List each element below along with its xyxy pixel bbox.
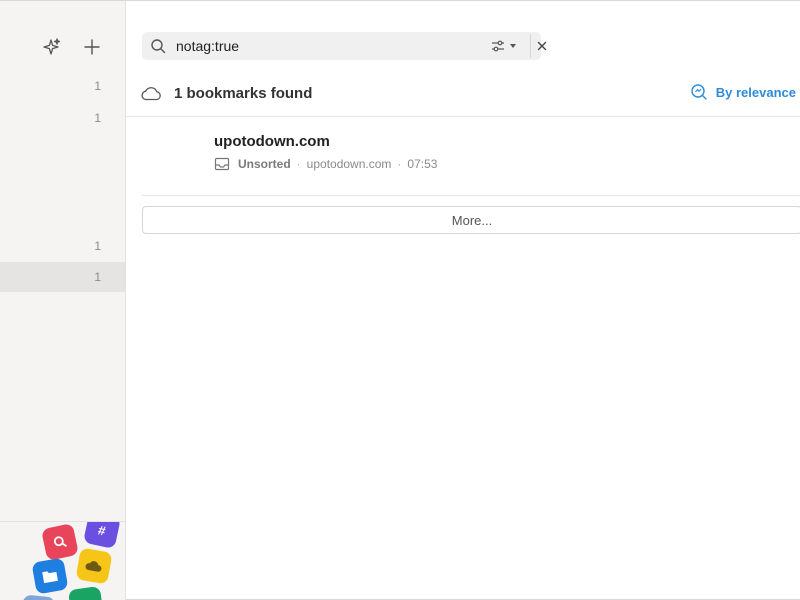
folder-app-icon[interactable] bbox=[31, 557, 69, 595]
app-window: 1 1 1 1 # notag:true 1 bookmarks found B… bbox=[0, 0, 800, 600]
bookmark-item[interactable]: upotodown.com Unsorted · upotodown.com ·… bbox=[142, 123, 800, 195]
sparkle-icon bbox=[43, 38, 61, 55]
sidebar-item-count: 1 bbox=[94, 79, 101, 93]
meta-separator: · bbox=[296, 157, 301, 171]
filter-settings-icon bbox=[492, 40, 504, 52]
bookmark-divider bbox=[142, 195, 800, 196]
sidebar-footer-apps: # bbox=[0, 521, 125, 600]
sidebar-item-selected[interactable]: 1 bbox=[0, 262, 125, 292]
sidebar-item[interactable]: 1 bbox=[0, 71, 125, 101]
main-content: 1 bookmarks found By relevance upotodown… bbox=[126, 1, 800, 600]
sidebar-item[interactable]: 1 bbox=[0, 231, 125, 261]
cloud-icon bbox=[141, 87, 161, 101]
blue-app-icon[interactable] bbox=[20, 594, 56, 600]
sidebar-item-count: 1 bbox=[94, 270, 101, 284]
bookmark-domain: upotodown.com bbox=[306, 157, 392, 171]
search-input[interactable] bbox=[176, 37, 466, 55]
plus-icon bbox=[84, 39, 100, 55]
sort-by-button[interactable]: By relevance bbox=[690, 81, 796, 103]
more-button[interactable]: More... bbox=[142, 206, 800, 234]
unsorted-inbox-icon bbox=[214, 157, 230, 171]
search-bar bbox=[142, 32, 547, 60]
search-icon bbox=[151, 39, 166, 54]
sidebar-item-count: 1 bbox=[94, 111, 101, 125]
add-collection-button[interactable] bbox=[80, 35, 104, 59]
bookmark-meta: Unsorted · upotodown.com · 07:53 bbox=[214, 157, 437, 171]
results-header: 1 bookmarks found bbox=[140, 81, 312, 105]
bookmark-title[interactable]: upotodown.com bbox=[214, 133, 330, 150]
close-icon[interactable] bbox=[534, 38, 550, 54]
sidebar: 1 1 1 1 # bbox=[0, 1, 126, 600]
search-filter-button[interactable] bbox=[491, 37, 523, 55]
results-count-title: 1 bookmarks found bbox=[174, 84, 313, 102]
header-divider bbox=[126, 116, 800, 117]
search-divider bbox=[530, 34, 531, 58]
relevance-icon bbox=[691, 84, 707, 100]
meta-separator: · bbox=[397, 157, 402, 171]
sidebar-item-count: 1 bbox=[94, 239, 101, 253]
chevron-down-icon bbox=[510, 44, 516, 48]
bookmark-time: 07:53 bbox=[407, 157, 438, 171]
sort-by-label: By relevance bbox=[715, 84, 796, 100]
cloud-app-icon[interactable] bbox=[75, 547, 113, 585]
hashtag-app-icon[interactable]: # bbox=[83, 522, 121, 549]
ai-assistant-button[interactable] bbox=[40, 35, 64, 59]
search-app-icon[interactable] bbox=[41, 523, 79, 561]
bookmark-collection: Unsorted bbox=[238, 157, 291, 171]
sidebar-item[interactable]: 1 bbox=[0, 103, 125, 133]
green-app-icon[interactable] bbox=[67, 585, 105, 600]
